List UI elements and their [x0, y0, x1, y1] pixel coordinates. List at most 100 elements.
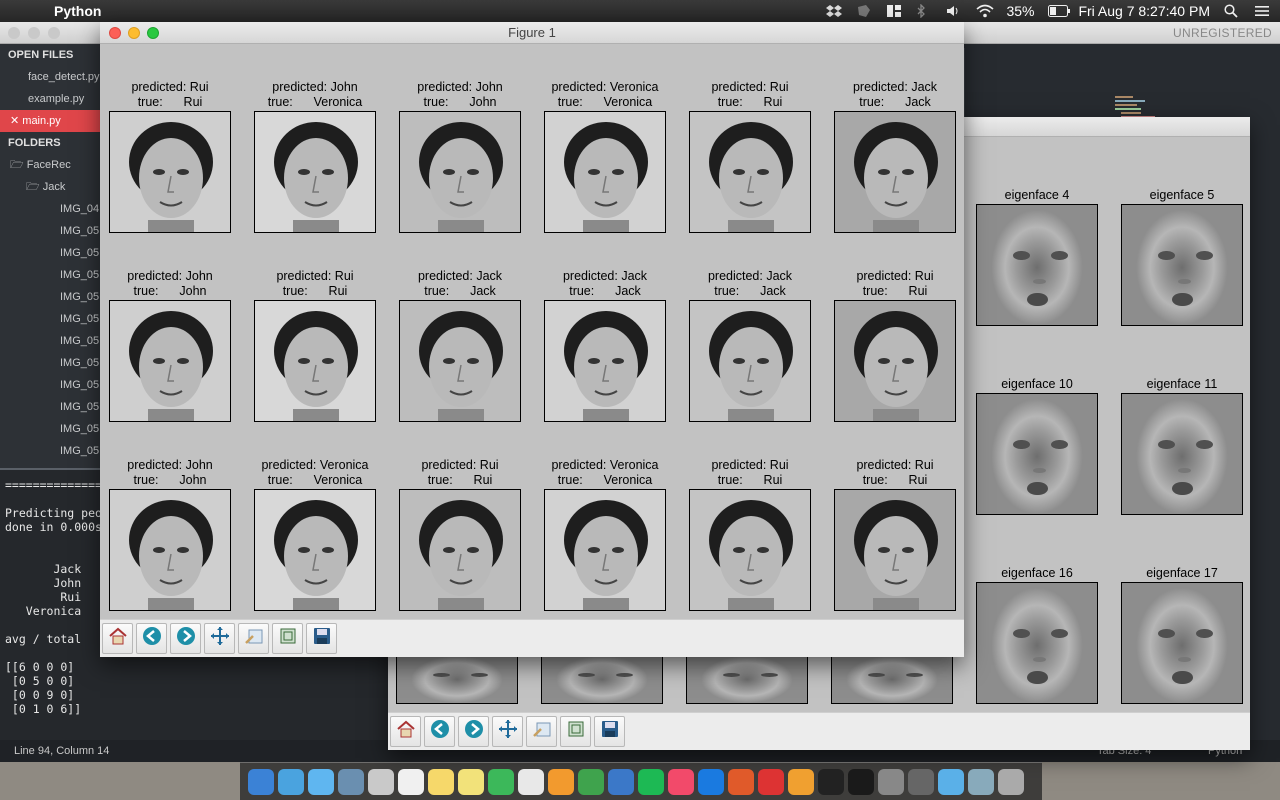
save-button[interactable] — [306, 623, 337, 654]
figure-window-predictions: Figure 1 predicted: Rui true: Rui predicte… — [100, 22, 964, 657]
dock-app-sublime-text-icon[interactable] — [788, 768, 814, 795]
folder-item[interactable]: 🗁 Jack — [0, 176, 100, 198]
forward-arrow-button[interactable] — [458, 716, 489, 747]
subplots-button[interactable] — [560, 716, 591, 747]
unregistered-label: UNREGISTERED — [1173, 26, 1272, 40]
dock-app-terminal-icon[interactable] — [818, 768, 844, 795]
open-file-item[interactable]: face_detect.py — [0, 66, 100, 88]
folder-file-item[interactable]: IMG_05 — [0, 374, 100, 396]
dock-app-messages-icon[interactable] — [308, 768, 334, 795]
dock-app-photos-icon[interactable] — [368, 768, 394, 795]
zoom-button[interactable] — [238, 623, 269, 654]
dock-app-system-preferences-icon[interactable] — [878, 768, 904, 795]
save-button[interactable] — [594, 716, 625, 747]
dock-app-trash-icon[interactable] — [998, 768, 1024, 795]
editor-zoom-button[interactable] — [48, 27, 60, 39]
predicted-label: predicted: Rui — [711, 458, 789, 472]
face-image — [109, 489, 231, 611]
prediction-panel: predicted: Jack true: Jack — [689, 269, 811, 423]
face-image — [254, 111, 376, 233]
folder-file-item[interactable]: IMG_05 — [0, 440, 100, 462]
folder-file-item[interactable]: IMG_05 — [0, 242, 100, 264]
folder-file-item[interactable]: IMG_05 — [0, 264, 100, 286]
dock-app-matlab-icon[interactable] — [728, 768, 754, 795]
back-arrow-button[interactable] — [136, 623, 167, 654]
battery-icon[interactable] — [1048, 4, 1071, 18]
open-file-item-active[interactable]: ✕ main.py — [0, 110, 100, 132]
editor-close-button[interactable] — [8, 27, 20, 39]
face-image — [254, 300, 376, 422]
dock-app-pages-icon[interactable] — [548, 768, 574, 795]
forward-arrow-button[interactable] — [170, 623, 201, 654]
dock-app-stickies-icon[interactable] — [458, 768, 484, 795]
battery-percent[interactable]: 35% — [1006, 3, 1034, 19]
save-icon — [600, 719, 620, 744]
prediction-panel: predicted: Rui true: Rui — [254, 269, 376, 423]
true-label: true: John — [133, 284, 207, 298]
eigenface-title: eigenface 4 — [1004, 188, 1070, 202]
window-manager-icon[interactable] — [886, 4, 902, 18]
folder-file-item[interactable]: IMG_05 — [0, 330, 100, 352]
home-button[interactable] — [102, 623, 133, 654]
back-arrow-button[interactable] — [424, 716, 455, 747]
zoom-button[interactable] — [526, 716, 557, 747]
subplots-button[interactable] — [272, 623, 303, 654]
folder-file-item[interactable]: IMG_05 — [0, 308, 100, 330]
bluetooth-icon[interactable] — [916, 3, 932, 19]
editor-minimize-button[interactable] — [28, 27, 40, 39]
dock-app-xcode-icon[interactable] — [698, 768, 724, 795]
menu-bar: Python 35% Fri Aug 7 8:27:40 PM — [0, 0, 1280, 22]
app-name-menu[interactable]: Python — [54, 3, 101, 19]
folder-file-item[interactable]: IMG_04 — [0, 198, 100, 220]
prediction-panel: predicted: Jack true: Jack — [544, 269, 666, 423]
evernote-icon[interactable] — [856, 4, 872, 18]
eigenface-panel: eigenface 4 — [976, 187, 1098, 327]
folder-file-item[interactable]: IMG_05 — [0, 396, 100, 418]
dock-app-numbers-icon[interactable] — [578, 768, 604, 795]
eigenface-panel — [686, 654, 808, 704]
volume-icon[interactable] — [946, 4, 962, 18]
pan-button[interactable] — [204, 623, 235, 654]
spotlight-search-icon[interactable] — [1224, 4, 1240, 18]
home-button[interactable] — [390, 716, 421, 747]
figure-zoom-button[interactable] — [147, 27, 159, 39]
dock-app-finder-icon[interactable] — [248, 768, 274, 795]
file-sidebar: OPEN FILES face_detect.py example.py ✕ m… — [0, 44, 100, 490]
dropbox-icon[interactable] — [826, 4, 843, 18]
eigenface-panel: eigenface 5 — [1121, 187, 1243, 327]
wifi-icon[interactable] — [976, 4, 994, 18]
folder-file-item[interactable]: IMG_05 — [0, 352, 100, 374]
dock-app-safari-icon[interactable] — [278, 768, 304, 795]
figure-close-button[interactable] — [109, 27, 121, 39]
dock-app-itunes-icon[interactable] — [668, 768, 694, 795]
eigenface-panel: eigenface 10 — [976, 376, 1098, 516]
face-image — [689, 489, 811, 611]
folder-file-item[interactable]: IMG_05 — [0, 418, 100, 440]
dock-app-folder-icon[interactable] — [938, 768, 964, 795]
forward-arrow-icon — [176, 626, 196, 651]
open-file-item[interactable]: example.py — [0, 88, 100, 110]
dock-app-textedit-icon[interactable] — [518, 768, 544, 795]
prediction-panel: predicted: Rui true: Rui — [399, 458, 521, 612]
dock-app-facetime-icon[interactable] — [488, 768, 514, 795]
dock-app-mathematica-icon[interactable] — [758, 768, 784, 795]
dock-app-calendar-icon[interactable] — [398, 768, 424, 795]
dock-app-keynote-icon[interactable] — [608, 768, 634, 795]
close-file-icon[interactable]: ✕ — [10, 115, 19, 127]
dock-app-activity-monitor-icon[interactable] — [848, 768, 874, 795]
dock-app-notes-icon[interactable] — [428, 768, 454, 795]
predicted-label: predicted: Veronica — [551, 458, 659, 472]
folder-item[interactable]: 🗁 FaceRec — [0, 154, 100, 176]
dock-app-pencil-icon[interactable] — [908, 768, 934, 795]
notification-center-icon[interactable] — [1254, 4, 1270, 18]
menu-clock[interactable]: Fri Aug 7 8:27:40 PM — [1078, 3, 1210, 19]
pan-button[interactable] — [492, 716, 523, 747]
dock-app-preview-icon[interactable] — [338, 768, 364, 795]
folder-file-item[interactable]: IMG_05 — [0, 286, 100, 308]
back-arrow-icon — [430, 719, 450, 744]
dock-app-mail-icon[interactable] — [968, 768, 994, 795]
folder-file-item[interactable]: IMG_05 — [0, 220, 100, 242]
figure-minimize-button[interactable] — [128, 27, 140, 39]
face-image — [834, 111, 956, 233]
dock-app-spotify-icon[interactable] — [638, 768, 664, 795]
